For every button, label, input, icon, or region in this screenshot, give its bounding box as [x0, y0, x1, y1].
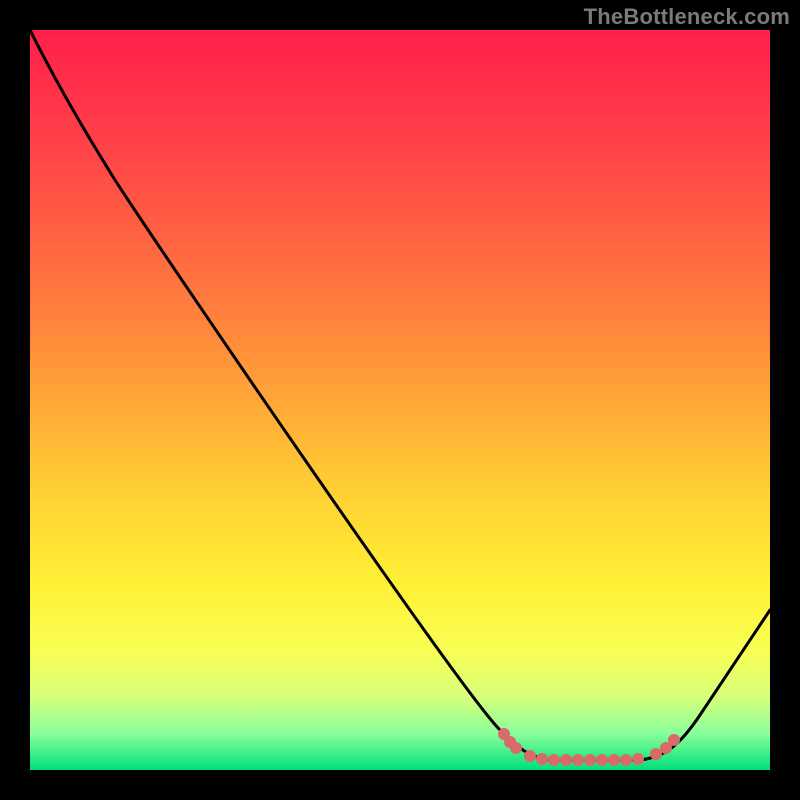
highlight-dot — [548, 754, 560, 766]
highlight-dot — [650, 748, 662, 760]
highlight-dot — [632, 753, 644, 765]
highlight-dot — [620, 754, 632, 766]
highlight-dot — [668, 734, 680, 746]
gradient-background — [30, 30, 770, 770]
highlight-dot — [560, 754, 572, 766]
highlight-dot — [510, 742, 522, 754]
highlight-dot — [596, 754, 608, 766]
chart-svg — [30, 30, 770, 770]
watermark-text: TheBottleneck.com — [584, 4, 790, 30]
highlight-dot — [524, 750, 536, 762]
highlight-dot — [584, 754, 596, 766]
highlight-dot — [536, 753, 548, 765]
chart-container: TheBottleneck.com — [0, 0, 800, 800]
plot-area — [30, 30, 770, 770]
highlight-dot — [608, 754, 620, 766]
highlight-dot — [572, 754, 584, 766]
